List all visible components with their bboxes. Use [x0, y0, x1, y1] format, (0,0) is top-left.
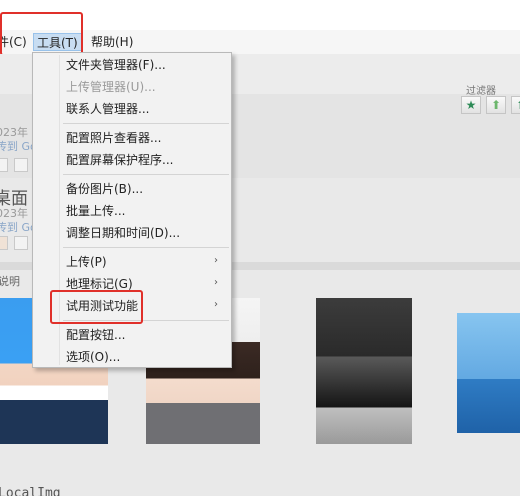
- menu-item-options[interactable]: 选项(O)...: [66, 349, 120, 365]
- folder-action-icon[interactable]: [0, 236, 8, 250]
- menu-separator: [63, 247, 229, 248]
- menu-help[interactable]: 帮助(H): [88, 33, 136, 51]
- filter-label: 过滤器: [466, 86, 496, 97]
- menu-item-configure-buttons[interactable]: 配置按钮...: [66, 327, 125, 343]
- submenu-arrow-icon: ›: [214, 277, 218, 288]
- folder-action-icon[interactable]: [0, 158, 8, 172]
- star-filter-icon[interactable]: ★: [461, 96, 481, 114]
- menu-item-photo-viewer[interactable]: 配置照片查看器...: [66, 130, 161, 146]
- description-label: 说明: [0, 275, 20, 288]
- submenu-arrow-icon: ›: [214, 255, 218, 266]
- menu-item-contacts-manager[interactable]: 联系人管理器...: [66, 101, 149, 117]
- photo-thumbnail[interactable]: [457, 313, 520, 433]
- menu-item-batch-upload[interactable]: 批量上传...: [66, 203, 125, 219]
- submenu-arrow-icon: ›: [214, 299, 218, 310]
- upload-filter-icon[interactable]: ⬆: [486, 96, 506, 114]
- menu-item-screensaver[interactable]: 配置屏幕保护程序...: [66, 152, 173, 168]
- menu-item-upload-manager: 上传管理器(U)...: [66, 80, 156, 94]
- menu-item-adjust-datetime[interactable]: 调整日期和时间(D)...: [66, 225, 180, 241]
- menu-separator: [63, 174, 229, 175]
- menu-separator: [63, 123, 229, 124]
- folder-action-icon[interactable]: [14, 236, 28, 250]
- experimental-highlight-box: [50, 290, 143, 324]
- photo-thumbnail[interactable]: [316, 298, 412, 444]
- menu-item-upload[interactable]: 上传(P): [66, 254, 107, 270]
- menu-item-folder-manager[interactable]: 文件夹管理器(F)...: [66, 57, 166, 73]
- tools-highlight-box: [0, 12, 83, 56]
- upload-filter-icon-2[interactable]: ⬆: [511, 96, 520, 114]
- folder-name: LocalImg: [0, 486, 61, 496]
- menu-item-backup[interactable]: 备份图片(B)...: [66, 181, 143, 197]
- folder-action-icon[interactable]: [14, 158, 28, 172]
